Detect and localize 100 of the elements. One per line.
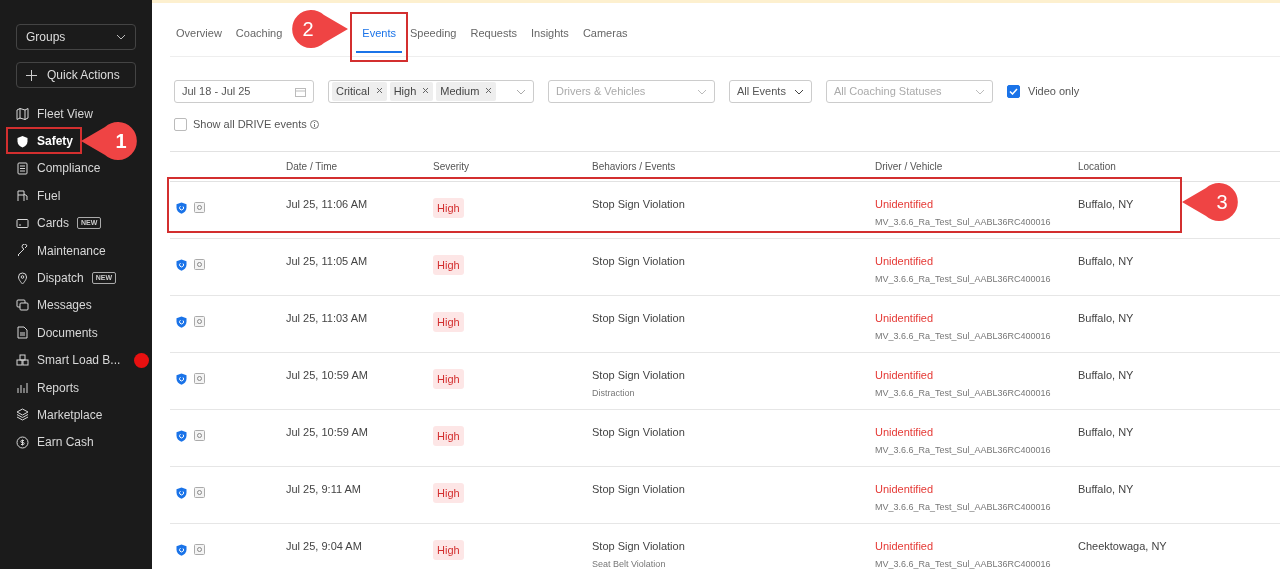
vehicle-name: MV_3.6.6_Ra_Test_Sul_AABL36RC400016 [875,273,1052,286]
wrench-icon [16,244,29,258]
table-cell-text: Jul 25, 10:59 AM [286,424,369,440]
driver-name[interactable]: Unidentified [875,195,1078,212]
shield-icon [16,134,29,148]
shield-icon [176,315,187,328]
tab[interactable]: Overview [170,24,228,53]
driver-name[interactable]: Unidentified [875,423,1078,440]
shield-icon [176,258,187,271]
chevron-down-icon [794,88,804,95]
driver-name[interactable]: Unidentified [875,252,1078,269]
tab[interactable]: Requests [464,24,523,53]
chevron-down-icon [116,34,126,40]
table-cell-text: Stop Sign Violation [592,196,686,212]
vehicle-name: MV_3.6.6_Ra_Test_Sul_AABL36RC400016 [875,558,1052,569]
vehicle-name: MV_3.6.6_Ra_Test_Sul_AABL36RC400016 [875,501,1052,514]
chevron-down-icon [697,88,707,95]
video-icon[interactable] [194,430,206,442]
calendar-icon [295,86,306,97]
sidebar-item[interactable]: Compliance [37,159,101,178]
filter-tag[interactable]: Critical [332,82,387,101]
checkbox[interactable] [174,117,187,131]
checkbox[interactable] [1007,85,1020,98]
table-cell-text: Stop Sign Violation [592,424,686,440]
table-cell-text: Distraction [592,387,636,400]
driver-name[interactable]: Unidentified [875,537,1078,554]
sidebar-item[interactable]: Fuel [37,186,61,205]
table-cell-text: Jul 25, 10:59 AM [286,367,369,383]
driver-name[interactable]: Unidentified [875,366,1078,383]
sidebar-item[interactable]: Documents [37,323,98,342]
tab[interactable]: Insights [524,24,575,53]
list-icon [16,161,29,175]
tab[interactable]: Cameras [576,24,634,53]
column-header: Severity [433,160,470,172]
events-dropdown[interactable]: All Events [729,80,812,103]
severity-badge: High [433,539,464,560]
map-icon [16,107,29,121]
severity-filter[interactable]: Critical High Medium [328,80,534,103]
video-icon[interactable] [194,202,206,214]
info-icon[interactable] [309,119,319,129]
checkbox-label[interactable]: Show all DRIVE events [193,116,307,133]
shield-icon [176,372,187,385]
sidebar-item[interactable]: Earn Cash [37,433,94,452]
video-icon[interactable] [194,373,206,385]
column-header: Driver / Vehicle [875,160,943,172]
table-cell-text: Jul 25, 9:11 AM [286,481,362,497]
video-icon[interactable] [194,487,206,499]
table-cell-text: Jul 25, 11:03 AM [286,310,369,326]
table-cell-text: Stop Sign Violation [592,310,686,326]
tab[interactable]: Coaching [229,24,289,53]
table-cell-text: Jul 25, 9:04 AM [286,538,363,554]
table-cell-text: Stop Sign Violation [592,481,686,497]
tab[interactable]: Events [356,24,402,53]
driver-name[interactable]: Unidentified [875,480,1078,497]
severity-badge: High [433,482,464,503]
chart-icon [16,381,29,395]
vehicle-name: MV_3.6.6_Ra_Test_Sul_AABL36RC400016 [875,330,1052,343]
video-icon[interactable] [194,259,206,271]
table-cell: Buffalo, NY [1078,311,1134,324]
severity-badge: High [433,368,464,389]
sidebar-item[interactable]: Fleet View [37,104,93,123]
table-cell-text: Stop Sign Violation [592,538,686,554]
table-cell: Cheektowaga, NY [1078,539,1167,552]
filter-tag[interactable]: Medium [436,82,497,101]
vehicle-name: MV_3.6.6_Ra_Test_Sul_AABL36RC400016 [875,216,1052,229]
tab[interactable]: Speeding [403,24,463,53]
quick-actions-button[interactable]: Quick Actions [16,62,136,88]
sidebar-item[interactable]: Dispatch [37,269,84,288]
boxes-icon [16,353,29,367]
table-cell-text: Stop Sign Violation [592,253,686,269]
driver-name[interactable]: Unidentified [875,309,1078,326]
table-cell-text: Seat Belt Violation [592,558,667,569]
plus-icon [26,69,37,81]
sidebar-item[interactable]: Cards [37,214,69,233]
video-icon[interactable] [194,544,206,556]
filter-tag[interactable]: High [389,82,434,101]
groups-dropdown[interactable]: Groups [16,24,136,50]
sidebar-item[interactable]: Marketplace [37,406,103,424]
table-cell-text: Stop Sign Violation [592,367,686,383]
close-icon[interactable] [485,87,493,95]
shield-icon [176,543,187,556]
sidebar-item[interactable]: Maintenance [37,241,106,260]
severity-badge: High [433,311,464,332]
date-range-field[interactable]: Jul 18 - Jul 25 [174,80,314,103]
column-header: Location [1078,160,1116,172]
table-cell-text: Jul 25, 11:06 AM [286,196,369,212]
severity-badge: High [433,197,464,218]
close-icon[interactable] [375,87,383,95]
dollar-coin-icon [16,435,29,449]
close-icon[interactable] [422,87,430,95]
sidebar-item[interactable]: Smart Load B... [37,351,121,370]
sidebar-item[interactable]: Reports [37,378,80,397]
sidebar-item[interactable]: Messages [37,296,92,315]
table-cell: Buffalo, NY [1078,254,1134,267]
layers-icon [16,408,29,422]
sidebar-item[interactable]: Safety [37,132,74,151]
video-icon[interactable] [194,316,206,328]
checkbox-label[interactable]: Video only [1028,83,1080,100]
table-cell: Buffalo, NY [1078,197,1134,210]
table-cell: Buffalo, NY [1078,482,1134,495]
